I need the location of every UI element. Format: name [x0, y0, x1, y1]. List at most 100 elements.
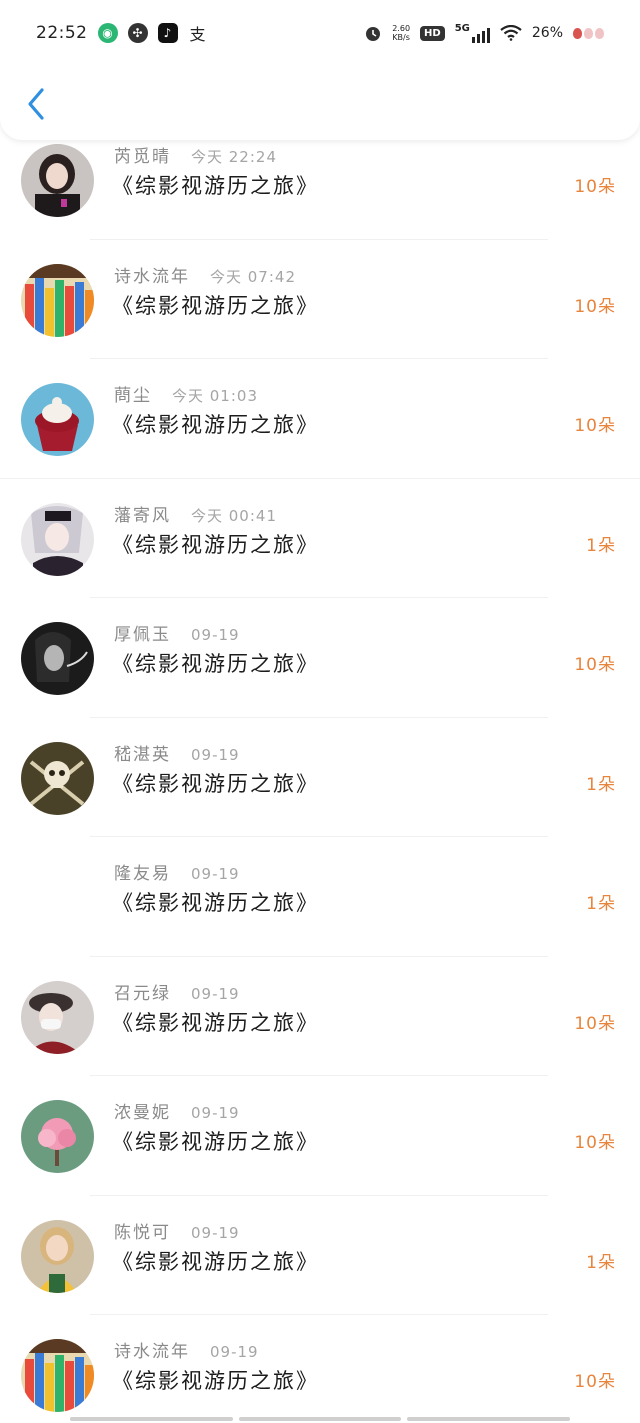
signal-5g-icon: 5G: [455, 23, 490, 43]
battery-percent: 26%: [531, 25, 563, 41]
avatar[interactable]: [21, 861, 94, 934]
alarm-icon: [366, 27, 381, 41]
gift-row[interactable]: 蔄尘 今天 01:03 《综影视游历之旅》 10朵: [0, 359, 640, 479]
book-title: 《综影视游历之旅》: [112, 532, 319, 557]
row-meta: 诗水流年 今天 07:42: [114, 262, 296, 287]
network-type: 5G: [454, 23, 470, 34]
gift-row[interactable]: 陈悦可 09-19 《综影视游历之旅》 1朵: [0, 1196, 640, 1315]
book-title: 《综影视游历之旅》: [112, 1010, 319, 1035]
avatar[interactable]: [21, 263, 94, 337]
flower-amount: 1朵: [586, 1252, 616, 1273]
row-meta: 诗水流年 09-19: [114, 1337, 259, 1362]
gift-row[interactable]: 隆友易 09-19 《综影视游历之旅》 1朵: [0, 837, 640, 957]
back-button[interactable]: [20, 84, 52, 124]
tiktok-icon: ♪: [157, 23, 178, 43]
book-title: 《综影视游历之旅》: [112, 1130, 319, 1154]
row-meta: 隆友易 09-19: [114, 859, 240, 884]
book-title: 《综影视游历之旅》: [112, 652, 319, 676]
avatar[interactable]: [21, 622, 94, 695]
gift-records-page: 22:52 ◉ ✣ ♪ 支 2.60 KB/s HD 5G 26% 芮觅晴 今天…: [0, 0, 640, 1423]
row-meta: 召元绿 09-19: [114, 979, 240, 1004]
book-title: 《综影视游历之旅》: [112, 293, 319, 318]
timestamp: 09-19: [191, 1104, 240, 1122]
username[interactable]: 陈悦可: [114, 1218, 171, 1243]
fan-app-icon: ✣: [127, 23, 148, 43]
timestamp: 今天 00:41: [191, 506, 277, 525]
status-bar: 22:52 ◉ ✣ ♪ 支 2.60 KB/s HD 5G 26%: [0, 0, 640, 66]
wifi-icon: [500, 25, 522, 41]
username[interactable]: 诗水流年: [114, 1337, 190, 1362]
username[interactable]: 诗水流年: [114, 262, 190, 287]
gift-row[interactable]: 藩寄风 今天 00:41 《综影视游历之旅》 1朵: [0, 479, 640, 598]
flower-amount: 10朵: [574, 177, 616, 197]
status-left: 22:52 ◉ ✣ ♪ 支: [36, 23, 208, 44]
book-title: 《综影视游历之旅》: [112, 891, 319, 915]
avatar[interactable]: [21, 741, 94, 815]
username[interactable]: 藩寄风: [114, 501, 171, 526]
username[interactable]: 隆友易: [114, 859, 171, 884]
gift-row[interactable]: 诗水流年 今天 07:42 《综影视游历之旅》 10朵: [0, 240, 640, 359]
network-speed: 2.60 KB/s: [392, 24, 410, 42]
timestamp: 今天 07:42: [210, 267, 296, 286]
alipay-icon: 支: [189, 25, 206, 44]
username[interactable]: 芮觅晴: [114, 142, 171, 167]
gift-row[interactable]: 召元绿 09-19 《综影视游历之旅》 10朵: [0, 957, 640, 1076]
book-title: 《综影视游历之旅》: [112, 1369, 319, 1393]
row-meta: 厚佩玉 09-19: [114, 620, 240, 645]
flower-amount: 10朵: [574, 416, 616, 436]
home-indicator: [70, 1417, 571, 1421]
book-title: 《综影视游历之旅》: [112, 413, 319, 437]
book-title: 《综影视游历之旅》: [112, 1249, 319, 1274]
row-meta: 藩寄风 今天 00:41: [114, 501, 277, 526]
status-right: 2.60 KB/s HD 5G 26%: [364, 23, 604, 43]
timestamp: 09-19: [191, 745, 240, 764]
flower-amount: 10朵: [574, 1372, 616, 1392]
avatar[interactable]: [21, 980, 94, 1054]
username[interactable]: 浓曼妮: [114, 1098, 171, 1123]
timestamp: 今天 22:24: [191, 148, 277, 166]
avatar[interactable]: [21, 1219, 94, 1293]
timestamp: 09-19: [191, 984, 240, 1003]
username[interactable]: 召元绿: [114, 979, 171, 1004]
flower-amount: 1朵: [586, 774, 616, 795]
avatar[interactable]: [21, 1100, 94, 1173]
hd-badge: HD: [420, 25, 445, 41]
timestamp: 09-19: [191, 626, 240, 644]
row-meta: 蔄尘 今天 01:03: [114, 381, 258, 406]
timestamp: 今天 01:03: [172, 387, 258, 405]
battery-strawberry-icon: [573, 27, 604, 39]
avatar[interactable]: [21, 144, 94, 217]
flower-amount: 10朵: [574, 1133, 616, 1153]
username[interactable]: 嵇湛英: [114, 740, 171, 765]
nav-header: [0, 66, 640, 140]
timestamp: 09-19: [210, 1343, 259, 1361]
avatar[interactable]: [21, 1339, 94, 1412]
gift-row[interactable]: 厚佩玉 09-19 《综影视游历之旅》 10朵: [0, 598, 640, 718]
gift-list: 芮觅晴 今天 22:24 《综影视游历之旅》 10朵 诗水流年 今天 07:42 《综影视游…: [0, 120, 640, 1423]
gift-row[interactable]: 浓曼妮 09-19 《综影视游历之旅》 10朵: [0, 1076, 640, 1196]
username[interactable]: 蔄尘: [114, 381, 152, 406]
flower-amount: 1朵: [586, 894, 616, 914]
username[interactable]: 厚佩玉: [114, 620, 171, 645]
flower-amount: 1朵: [586, 535, 616, 556]
book-title: 《综影视游历之旅》: [112, 771, 319, 796]
timestamp: 09-19: [191, 865, 240, 883]
gift-row[interactable]: 诗水流年 09-19 《综影视游历之旅》 10朵: [0, 1315, 640, 1423]
row-meta: 芮觅晴 今天 22:24: [114, 142, 277, 167]
row-meta: 嵇湛英 09-19: [114, 740, 240, 765]
speed-unit: KB/s: [392, 33, 410, 42]
status-time: 22:52: [36, 23, 88, 43]
avatar[interactable]: [21, 383, 94, 456]
speed-value: 2.60: [392, 24, 411, 33]
iqiyi-app-icon: ◉: [97, 23, 118, 43]
flower-amount: 10朵: [574, 655, 616, 675]
flower-amount: 10朵: [574, 296, 616, 317]
avatar[interactable]: [21, 502, 94, 576]
book-title: 《综影视游历之旅》: [112, 174, 319, 198]
gift-row[interactable]: 嵇湛英 09-19 《综影视游历之旅》 1朵: [0, 718, 640, 837]
row-meta: 浓曼妮 09-19: [114, 1098, 240, 1123]
row-meta: 陈悦可 09-19: [114, 1218, 240, 1243]
timestamp: 09-19: [191, 1223, 240, 1242]
chevron-left-icon: [28, 88, 44, 120]
flower-amount: 10朵: [574, 1013, 616, 1034]
